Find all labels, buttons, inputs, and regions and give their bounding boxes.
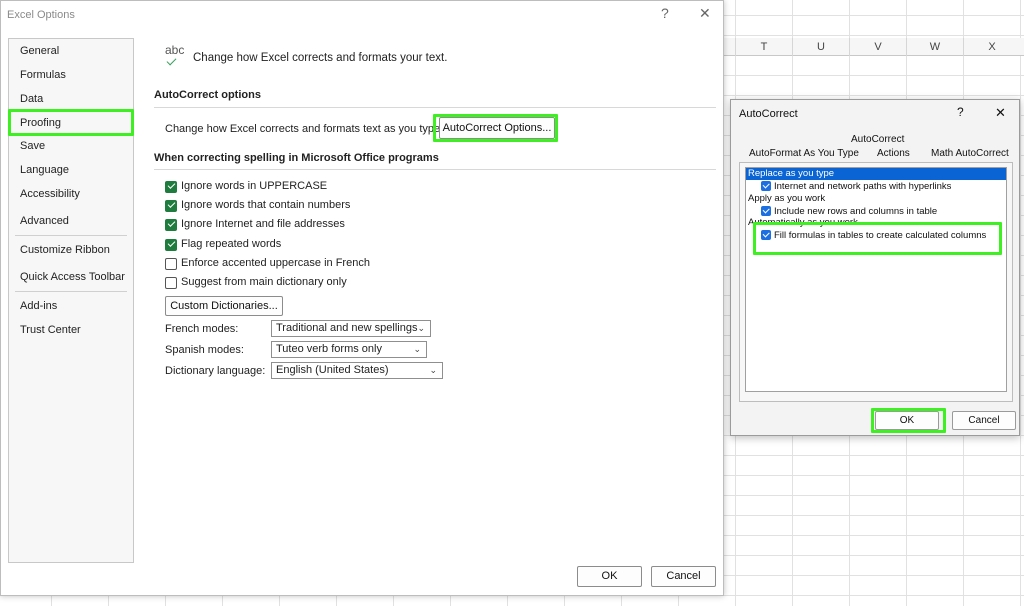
- group-title-replace: Replace as you type: [748, 168, 835, 179]
- sidebar-item-general[interactable]: General: [20, 45, 59, 57]
- checkbox-label: Ignore Internet and file addresses: [181, 218, 345, 230]
- autocorrect-dialog: AutoCorrect ? ✕ AutoCorrect AutoFormat A…: [730, 99, 1020, 436]
- help-icon[interactable]: ?: [957, 105, 964, 119]
- dictionary-language-value: English (United States): [276, 364, 389, 376]
- dictionary-language-select[interactable]: English (United States) ⌄: [271, 362, 443, 379]
- excel-options-window: Excel Options ? ✕ General Formulas Data …: [0, 0, 724, 596]
- chevron-down-icon: ⌄: [429, 365, 437, 375]
- autocorrect-section-title: AutoCorrect options: [154, 89, 261, 101]
- sidebar-item-formulas[interactable]: Formulas: [20, 69, 66, 81]
- checkbox-label: Ignore words in UPPERCASE: [181, 180, 328, 192]
- ok-highlight: [871, 408, 946, 433]
- checkbox-checked[interactable]: [165, 181, 177, 193]
- column-header-w[interactable]: W: [906, 38, 963, 56]
- checkbox-label: Suggest from main dictionary only: [181, 276, 347, 288]
- autocorrect-options-highlight: [433, 114, 558, 142]
- spelling-section-title: When correcting spelling in Microsoft Of…: [154, 152, 439, 164]
- tab-math-autocorrect[interactable]: Math AutoCorrect: [931, 148, 1009, 159]
- window-title: Excel Options: [7, 9, 75, 21]
- sidebar-item-quick-access-toolbar[interactable]: Quick Access Toolbar: [20, 271, 125, 283]
- column-header-t[interactable]: T: [735, 38, 792, 56]
- check-icon: [166, 55, 177, 66]
- chevron-down-icon: ⌄: [417, 323, 425, 333]
- group-title-apply: Apply as you work: [748, 193, 826, 204]
- column-header-v[interactable]: V: [849, 38, 906, 56]
- checkbox-unchecked[interactable]: [165, 277, 177, 289]
- options-list[interactable]: Replace as you type Internet and network…: [745, 167, 1007, 392]
- fill-formulas-highlight: [753, 222, 1002, 255]
- dictionary-language-label: Dictionary language:: [165, 365, 266, 377]
- tab-autoformat-as-you-type[interactable]: AutoFormat As You Type: [749, 148, 859, 159]
- autoformat-panel: Replace as you type Internet and network…: [739, 162, 1013, 402]
- section-divider: [154, 107, 716, 108]
- dialog-title: AutoCorrect: [739, 108, 798, 120]
- sidebar-divider: [15, 291, 127, 292]
- checkbox-checked[interactable]: [165, 200, 177, 212]
- sidebar-divider: [15, 235, 127, 236]
- sidebar-item-customize-ribbon[interactable]: Customize Ribbon: [20, 244, 110, 256]
- sidebar-item-trust-center[interactable]: Trust Center: [20, 324, 81, 336]
- page-header-text: Change how Excel corrects and formats yo…: [193, 52, 448, 64]
- column-header-u[interactable]: U: [792, 38, 849, 56]
- sidebar-item-language[interactable]: Language: [20, 164, 69, 176]
- sidebar-item-save[interactable]: Save: [20, 140, 45, 152]
- checkbox-checked[interactable]: [165, 239, 177, 251]
- column-header-x[interactable]: X: [963, 38, 1020, 56]
- sidebar-item-advanced[interactable]: Advanced: [20, 215, 69, 227]
- tab-autocorrect[interactable]: AutoCorrect: [851, 134, 904, 145]
- sidebar-item-add-ins[interactable]: Add-ins: [20, 300, 57, 312]
- section-divider: [154, 169, 716, 170]
- dialog-tabs: AutoCorrect AutoFormat As You Type Actio…: [739, 134, 1013, 162]
- checkbox-label: Enforce accented uppercase in French: [181, 257, 370, 269]
- sidebar-item-accessibility[interactable]: Accessibility: [20, 188, 80, 200]
- french-modes-select[interactable]: Traditional and new spellings ⌄: [271, 320, 431, 337]
- french-modes-label: French modes:: [165, 323, 239, 335]
- custom-dictionaries-button[interactable]: Custom Dictionaries...: [165, 296, 283, 316]
- close-icon[interactable]: ✕: [995, 105, 1006, 121]
- spanish-modes-label: Spanish modes:: [165, 344, 244, 356]
- item-new-rows-columns[interactable]: Include new rows and columns in table: [774, 206, 937, 217]
- checkbox-label: Flag repeated words: [181, 238, 282, 250]
- item-hyperlinks[interactable]: Internet and network paths with hyperlin…: [774, 181, 951, 192]
- checkbox-unchecked[interactable]: [165, 258, 177, 270]
- spanish-modes-select[interactable]: Tuteo verb forms only ⌄: [271, 341, 427, 358]
- abc-icon-text: abc: [165, 43, 185, 57]
- ok-button[interactable]: OK: [577, 566, 642, 587]
- cancel-button[interactable]: Cancel: [952, 411, 1016, 430]
- tab-actions[interactable]: Actions: [877, 148, 910, 159]
- autocorrect-label: Change how Excel corrects and formats te…: [165, 123, 444, 135]
- checkbox-checked[interactable]: [165, 219, 177, 231]
- spanish-modes-value: Tuteo verb forms only: [276, 343, 382, 355]
- proofing-highlight: [8, 109, 134, 136]
- checkbox-label: Ignore words that contain numbers: [181, 199, 351, 211]
- cancel-button[interactable]: Cancel: [651, 566, 716, 587]
- french-modes-value: Traditional and new spellings: [276, 322, 418, 334]
- column-headers: T U V W X: [724, 38, 1024, 56]
- checkbox-checked[interactable]: [761, 181, 771, 191]
- checkbox-checked[interactable]: [761, 206, 771, 216]
- proofing-content: abc Change how Excel corrects and format…: [141, 1, 725, 597]
- chevron-down-icon: ⌄: [413, 344, 421, 354]
- sidebar-item-data[interactable]: Data: [20, 93, 43, 105]
